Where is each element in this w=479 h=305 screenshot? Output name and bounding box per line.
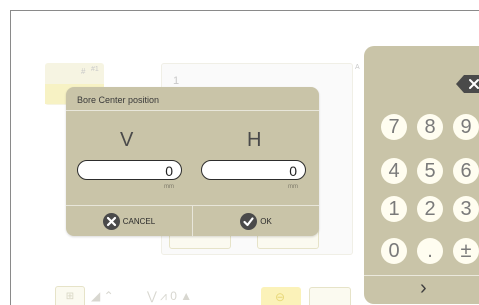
key-6[interactable]: 6 bbox=[453, 158, 479, 184]
key-4[interactable]: 4 bbox=[381, 158, 407, 184]
check-icon bbox=[240, 212, 258, 230]
key-5[interactable]: 5 bbox=[417, 158, 443, 184]
v-axis-label: V bbox=[120, 129, 134, 151]
bg-hash-value: #1 bbox=[91, 66, 99, 73]
key-2[interactable]: 2 bbox=[417, 196, 443, 222]
key-7[interactable]: 7 bbox=[381, 114, 407, 140]
h-value-field[interactable]: 0 bbox=[201, 160, 306, 180]
bg-hash-label: # bbox=[81, 67, 86, 76]
key-decimal[interactable]: . bbox=[417, 238, 443, 264]
v-value-field[interactable]: 0 bbox=[77, 160, 182, 180]
bg-toolbar-button bbox=[309, 287, 351, 305]
keypad-divider bbox=[364, 275, 479, 276]
dialog-title: Bore Center position bbox=[77, 95, 160, 105]
key-0[interactable]: 0 bbox=[381, 238, 407, 264]
key-plus-minus[interactable]: ± bbox=[453, 238, 479, 264]
bg-toolbar-target-icon: ⊖ bbox=[275, 290, 286, 304]
bg-a-label: A bbox=[355, 64, 360, 71]
h-unit-label: mm bbox=[288, 184, 298, 190]
h-axis-label: H bbox=[247, 129, 262, 151]
bg-list-first: 1 bbox=[173, 75, 180, 87]
backspace-key[interactable] bbox=[456, 74, 479, 94]
cancel-button[interactable]: CANCEL bbox=[66, 206, 192, 236]
v-unit-label: mm bbox=[164, 184, 174, 190]
next-button[interactable]: › bbox=[420, 277, 427, 300]
title-divider bbox=[66, 110, 319, 111]
key-8[interactable]: 8 bbox=[417, 114, 443, 140]
bg-toolbar-shape-icon: ⋁ ⩘ 0 ▲ bbox=[147, 289, 193, 303]
ok-label: OK bbox=[260, 216, 272, 226]
ok-button[interactable]: OK bbox=[193, 206, 319, 236]
key-9[interactable]: 9 bbox=[453, 114, 479, 140]
cancel-label: CANCEL bbox=[122, 216, 156, 226]
key-1[interactable]: 1 bbox=[381, 196, 407, 222]
bore-center-dialog: Bore Center position V H 0 0 mm mm CANCE… bbox=[66, 87, 319, 236]
bg-toolbar-grid-button: ⊞ bbox=[55, 286, 85, 305]
key-3[interactable]: 3 bbox=[453, 196, 479, 222]
bg-toolbar-tool-icon: ◢ ⌃ bbox=[91, 289, 114, 303]
backspace-icon bbox=[456, 75, 479, 93]
cancel-icon bbox=[102, 212, 120, 230]
